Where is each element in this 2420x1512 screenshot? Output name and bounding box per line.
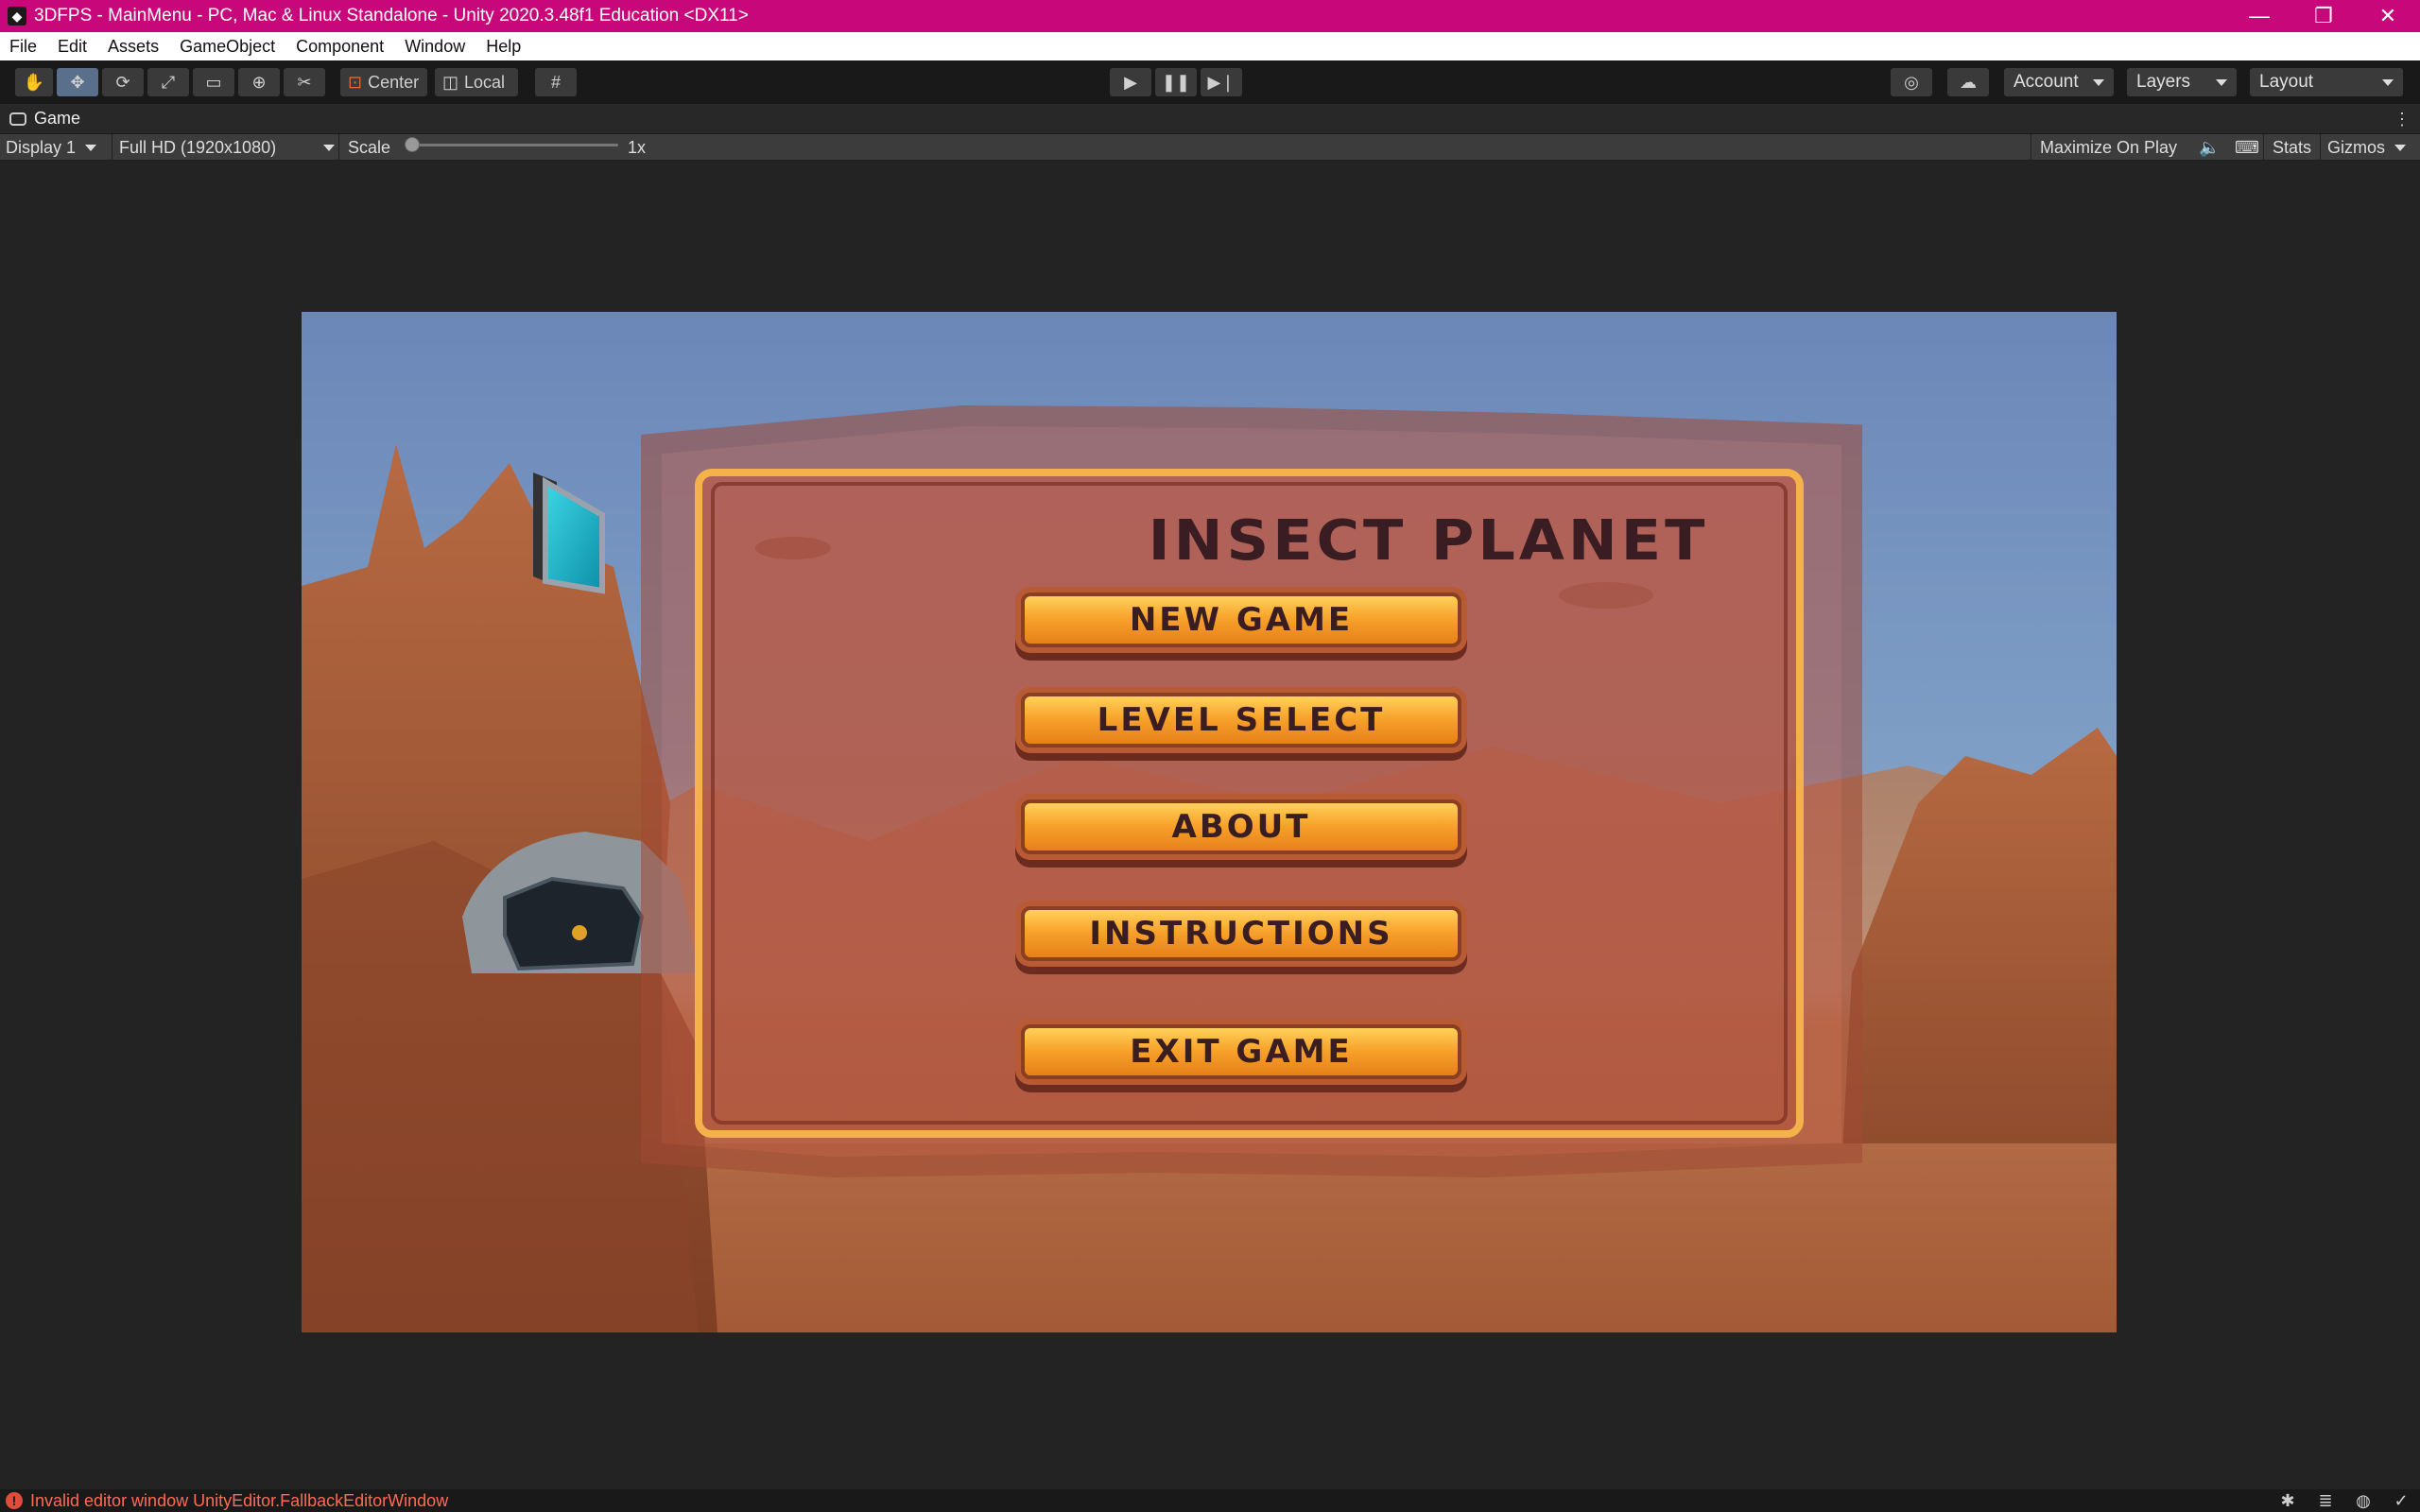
- instructions-button[interactable]: INSTRUCTIONS: [1021, 906, 1461, 961]
- move-tool-icon[interactable]: ✥: [57, 68, 98, 96]
- rect-tool-icon[interactable]: ▭: [193, 68, 234, 96]
- status-bar: ! Invalid editor window UnityEditor.Fall…: [0, 1489, 2420, 1512]
- account-label: Account: [2014, 72, 2079, 92]
- game-tab-row: Game ⋮: [0, 104, 2420, 134]
- auto-generate-lighting-icon[interactable]: ◍: [2354, 1491, 2373, 1510]
- main-toolbar: ✋ ✥ ⟳ ⤢ ▭ ⊕ ✂ ⊡ Center ◫ Local # ▶ ❚❚ ▶❘…: [0, 60, 2420, 104]
- error-icon: !: [6, 1492, 23, 1509]
- game-view-bar: Display 1 Full HD (1920x1080) Scale 1x M…: [0, 134, 2420, 161]
- maximize-on-play-toggle[interactable]: Maximize On Play: [2034, 134, 2183, 161]
- stats-toggle[interactable]: Stats: [2273, 134, 2311, 161]
- rotate-tool-icon[interactable]: ⟳: [102, 68, 144, 96]
- grid-snap-icon[interactable]: #: [535, 68, 577, 96]
- progress-check-icon[interactable]: ✓: [2392, 1491, 2411, 1510]
- pivot-center-toggle[interactable]: ⊡ Center: [340, 68, 427, 96]
- window-titlebar: ◆ 3DFPS - MainMenu - PC, Mac & Linux Sta…: [0, 0, 2420, 32]
- tab-game[interactable]: Game: [9, 104, 80, 134]
- scale-slider-track[interactable]: [410, 144, 618, 146]
- more-options-icon[interactable]: ⋮: [2394, 110, 2411, 129]
- exit-game-button[interactable]: EXIT GAME: [1021, 1024, 1461, 1079]
- layout-dropdown[interactable]: Layout: [2250, 68, 2403, 96]
- custom-tool-icon[interactable]: ✂: [284, 68, 325, 96]
- space-label: Local: [464, 72, 506, 92]
- menu-assets[interactable]: Assets: [108, 37, 159, 57]
- play-button[interactable]: ▶: [1110, 68, 1151, 96]
- scale-value: 1x: [628, 137, 647, 157]
- menu-window[interactable]: Window: [405, 37, 465, 57]
- scale-slider-handle[interactable]: [405, 137, 420, 152]
- menu-component[interactable]: Component: [296, 37, 384, 57]
- scale-tool-icon[interactable]: ⤢: [147, 68, 189, 96]
- cube-icon: ◫: [442, 72, 459, 92]
- menu-bar: File Edit Assets GameObject Component Wi…: [0, 32, 2420, 60]
- status-icons: ✱ ≣ ◍ ✓: [2278, 1491, 2411, 1510]
- pause-button[interactable]: ❚❚: [1155, 68, 1197, 96]
- cache-server-icon[interactable]: ≣: [2316, 1491, 2335, 1510]
- menu-edit[interactable]: Edit: [58, 37, 87, 57]
- cloud-icon[interactable]: ☁: [1947, 68, 1989, 96]
- new-game-button[interactable]: NEW GAME: [1021, 593, 1461, 647]
- tab-game-label: Game: [34, 109, 81, 128]
- pivot-icon: ⊡: [348, 72, 363, 92]
- game-title: INSECT PLANET: [1148, 507, 1709, 574]
- mute-audio-icon[interactable]: 🔈: [2199, 134, 2220, 161]
- window-title: 3DFPS - MainMenu - PC, Mac & Linux Stand…: [34, 6, 749, 26]
- window-controls: — ❐ ✕: [2227, 0, 2420, 32]
- about-button[interactable]: ABOUT: [1021, 799, 1461, 854]
- close-button[interactable]: ✕: [2356, 0, 2420, 32]
- menu-help[interactable]: Help: [486, 37, 521, 57]
- space-local-toggle[interactable]: ◫ Local: [435, 68, 518, 96]
- minimize-button[interactable]: —: [2227, 0, 2291, 32]
- pivot-label: Center: [368, 72, 420, 92]
- display-dropdown[interactable]: Display 1: [6, 134, 110, 161]
- transform-tool-icon[interactable]: ⊕: [238, 68, 280, 96]
- layout-label: Layout: [2259, 72, 2314, 92]
- layers-label: Layers: [2136, 72, 2191, 92]
- status-message[interactable]: Invalid editor window UnityEditor.Fallba…: [30, 1491, 448, 1511]
- gizmos-dropdown[interactable]: Gizmos: [2327, 134, 2407, 161]
- gamepad-icon: [9, 112, 26, 126]
- scale-label: Scale: [348, 137, 391, 157]
- display-label: Display 1: [6, 137, 77, 157]
- restore-button[interactable]: ❐: [2291, 0, 2356, 32]
- layers-dropdown[interactable]: Layers: [2127, 68, 2237, 96]
- gizmos-label: Gizmos: [2327, 137, 2386, 157]
- account-dropdown[interactable]: Account: [2004, 68, 2114, 96]
- resolution-label: Full HD (1920x1080): [119, 137, 277, 157]
- resolution-dropdown[interactable]: Full HD (1920x1080): [119, 134, 337, 161]
- hand-tool-icon[interactable]: ✋: [15, 68, 53, 96]
- menu-file[interactable]: File: [9, 37, 37, 57]
- keyboard-icon[interactable]: ⌨: [2235, 134, 2259, 161]
- unity-logo-icon: ◆: [8, 7, 26, 26]
- menu-gameobject[interactable]: GameObject: [180, 37, 275, 57]
- step-button[interactable]: ▶❘: [1201, 68, 1242, 96]
- services-icon[interactable]: ◎: [1891, 68, 1932, 96]
- level-select-button[interactable]: LEVEL SELECT: [1021, 693, 1461, 747]
- debug-bug-icon[interactable]: ✱: [2278, 1491, 2297, 1510]
